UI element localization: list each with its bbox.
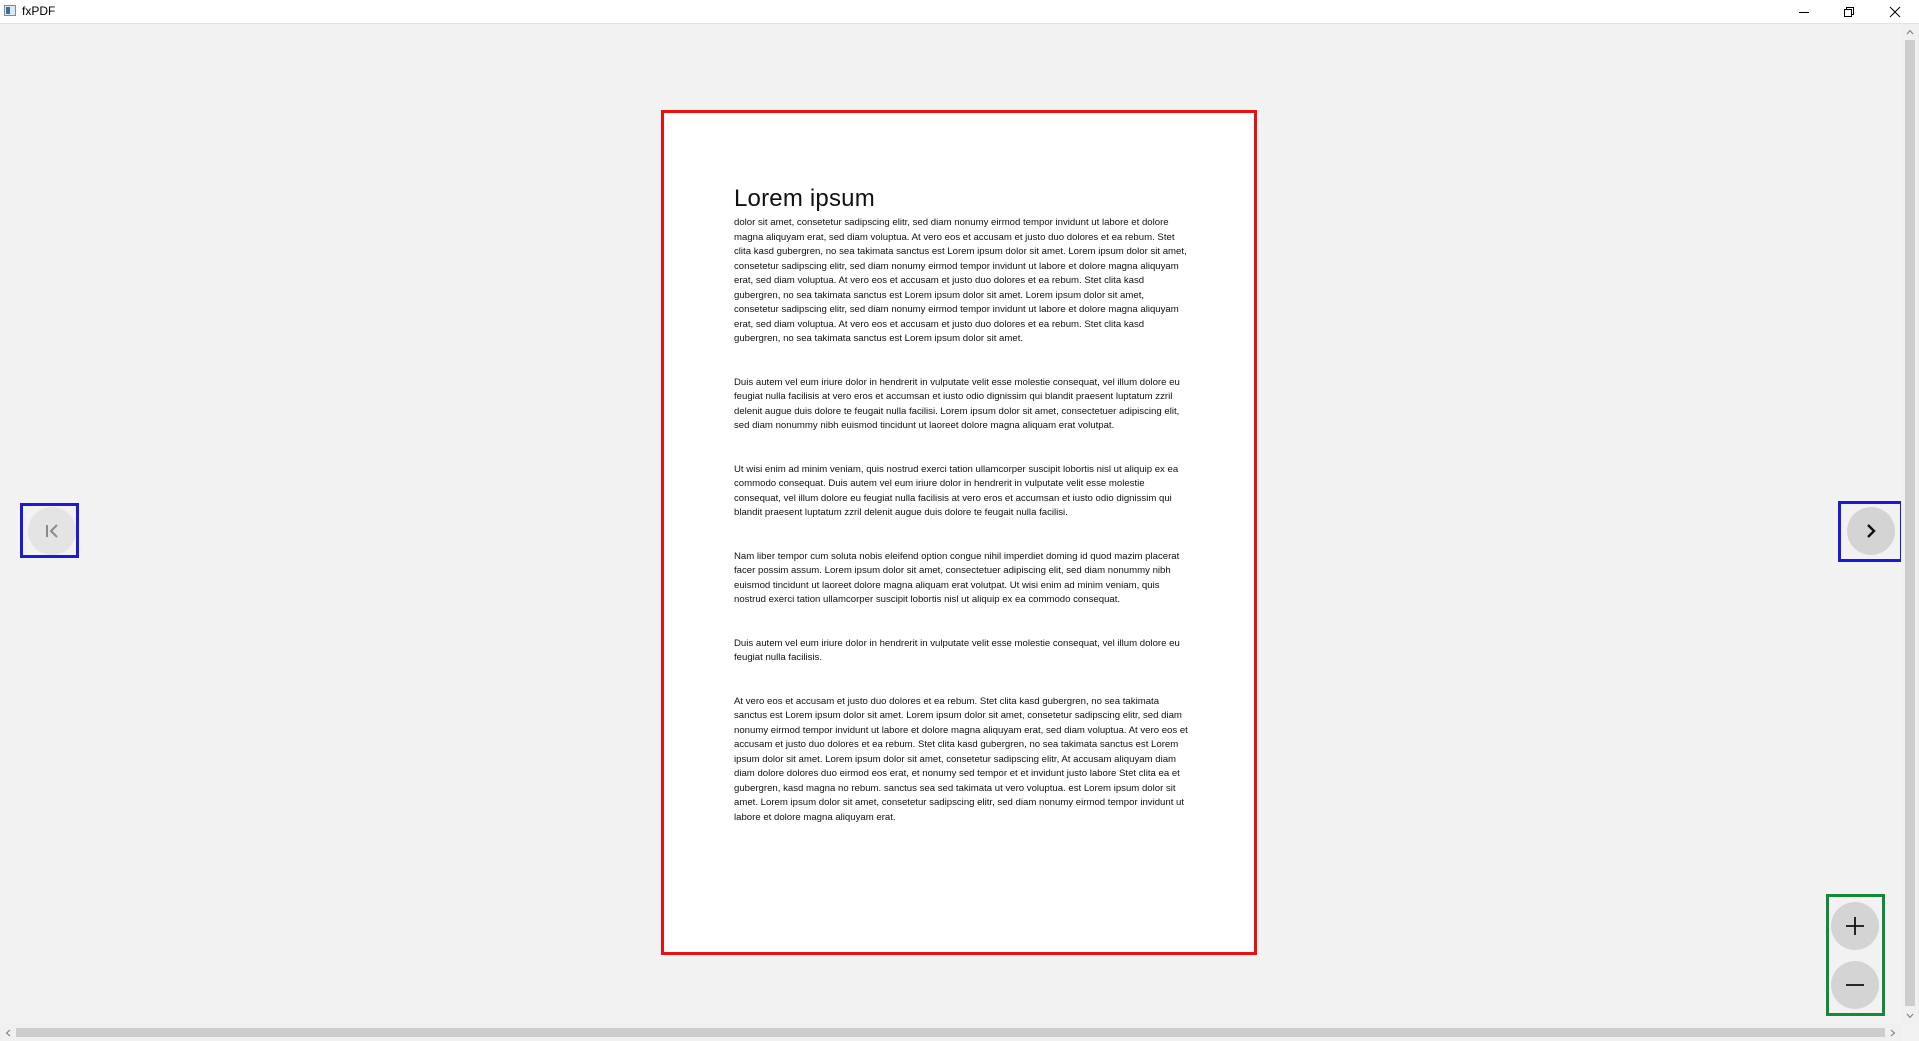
paragraph: Duis autem vel eum iriure dolor in hendr… <box>734 376 1180 432</box>
app-icon <box>4 5 16 16</box>
horizontal-scroll-thumb[interactable] <box>16 1028 1885 1037</box>
paragraph: Ut wisi enim ad minim veniam, quis nostr… <box>734 463 1179 519</box>
vertical-scroll-thumb[interactable] <box>1905 40 1915 1006</box>
paragraph: Duis autem vel eum iriure dolor in hendr… <box>734 637 1180 664</box>
close-icon <box>1889 6 1901 17</box>
paragraph: dolor sit amet, consetetur sadipscing el… <box>734 217 1187 344</box>
restore-icon <box>1844 6 1854 17</box>
document-title: Lorem ipsum <box>734 185 875 212</box>
chevron-right-icon <box>1867 524 1876 538</box>
scroll-down-button[interactable] <box>1901 1008 1919 1024</box>
zoom-out-button[interactable] <box>1831 961 1879 1009</box>
minimize-icon <box>1799 11 1809 13</box>
title-bar: fxPDF <box>0 0 1919 24</box>
chevron-down-icon <box>1906 1013 1914 1019</box>
scroll-left-button[interactable] <box>0 1024 16 1041</box>
scroll-right-button[interactable] <box>1885 1024 1901 1041</box>
pdf-page: Lorem ipsum dolor sit amet, consetetur s… <box>661 110 1257 955</box>
minus-icon <box>1846 984 1864 986</box>
close-button[interactable] <box>1872 0 1918 23</box>
restore-button[interactable] <box>1826 0 1872 23</box>
horizontal-scrollbar[interactable] <box>0 1024 1901 1041</box>
prev-button-area <box>20 503 79 558</box>
scroll-up-button[interactable] <box>1901 24 1919 40</box>
window-title: fxPDF <box>22 4 56 18</box>
first-page-icon <box>46 524 58 538</box>
minimize-button[interactable] <box>1781 0 1827 23</box>
chevron-left-icon <box>5 1029 11 1036</box>
plus-icon <box>1846 917 1864 935</box>
chevron-right-small-icon <box>1890 1029 1896 1036</box>
zoom-controls <box>1826 894 1885 1016</box>
next-button-area <box>1838 501 1903 562</box>
zoom-in-button[interactable] <box>1831 902 1879 950</box>
vertical-scrollbar[interactable] <box>1901 24 1919 1024</box>
page-content: Lorem ipsum dolor sit amet, consetetur s… <box>734 185 1189 854</box>
first-page-button[interactable] <box>28 507 76 555</box>
chevron-up-icon <box>1906 29 1914 35</box>
paragraph: At vero eos et accusam et justo duo dolo… <box>734 695 1188 823</box>
paragraph: Nam liber tempor cum soluta nobis eleife… <box>734 550 1180 606</box>
next-page-button[interactable] <box>1847 507 1895 555</box>
